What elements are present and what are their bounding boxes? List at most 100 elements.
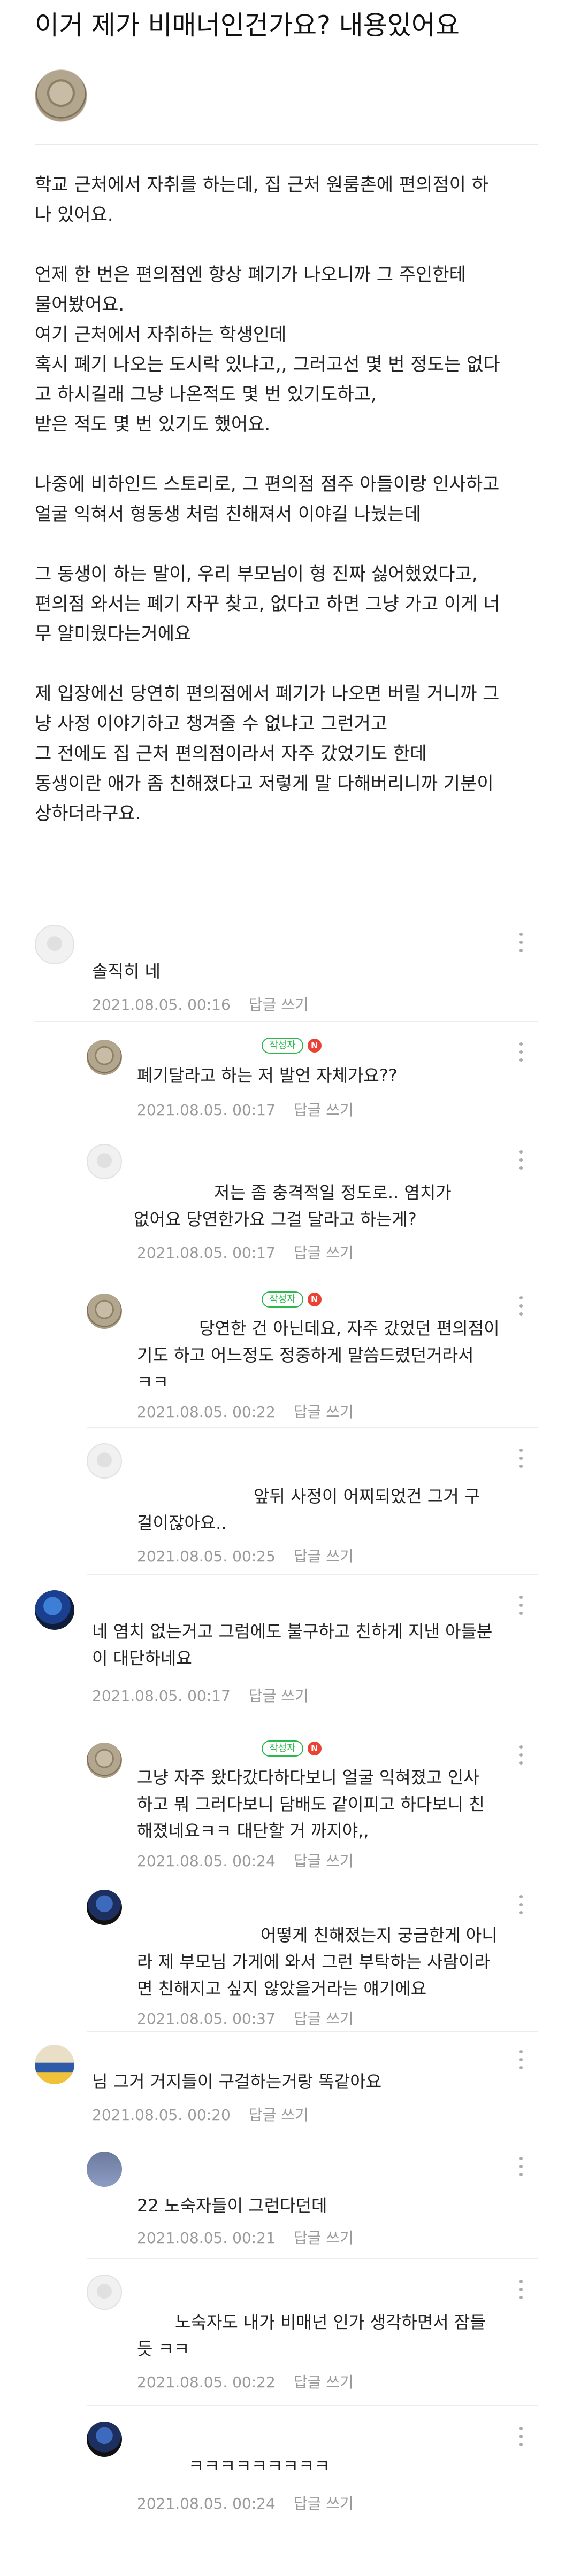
- comment-meta: 2021.08.05. 00:20 답글 쓰기: [92, 2103, 309, 2125]
- badges: 작성자 N: [262, 1740, 322, 1757]
- body-line: 여기 근처에서 자취하는 학생인데: [35, 324, 287, 345]
- author-avatar[interactable]: [35, 69, 87, 122]
- comment-text: 폐기달라고 하는 저 발언 자체가요??: [137, 1065, 398, 1086]
- default-avatar-icon[interactable]: [87, 1443, 122, 1479]
- body-line: 편의점 와서는 폐기 자꾸 찾고, 없다고 하면 그냥 가고 이게 너: [35, 593, 500, 615]
- avatar[interactable]: [87, 1890, 122, 1925]
- comment-date: 2021.08.05. 00:22: [137, 1403, 276, 1421]
- comment-meta: 2021.08.05. 00:16 답글 쓰기: [92, 993, 309, 1015]
- comment-meta: 2021.08.05. 00:22 답글 쓰기: [137, 2371, 354, 2392]
- comment-meta: 2021.08.05. 00:17 답글 쓰기: [137, 1099, 354, 1120]
- author-avatar[interactable]: [87, 1040, 122, 1075]
- more-icon[interactable]: [519, 1150, 523, 1171]
- reply-button[interactable]: 답글 쓰기: [249, 1687, 309, 1705]
- body-line: 고 하시길래 그냥 나온적도 몇 번 있기도하고,: [35, 384, 377, 405]
- comment-text: 22 노숙자들이 그런다던데: [137, 2195, 327, 2216]
- reply-button[interactable]: 답글 쓰기: [294, 1244, 354, 1262]
- comment-date: 2021.08.05. 00:37: [137, 2010, 276, 2028]
- comment-meta: 2021.08.05. 00:17 답글 쓰기: [137, 1241, 354, 1263]
- more-icon[interactable]: [519, 1449, 523, 1469]
- comment-date: 2021.08.05. 00:25: [137, 1548, 276, 1565]
- reply-button[interactable]: 답글 쓰기: [294, 2010, 354, 2028]
- body-line: 언제 한 번은 편의점엔 항상 폐기가 나오니까 그 주인한테: [35, 264, 466, 285]
- author-badge: 작성자: [262, 1038, 303, 1054]
- author-avatar[interactable]: [87, 1743, 122, 1778]
- default-avatar-icon[interactable]: [35, 925, 74, 964]
- comment-date: 2021.08.05. 00:20: [92, 2106, 231, 2124]
- body-line: 받은 적도 몇 번 있기도 했어요.: [35, 414, 271, 435]
- author-badge: 작성자: [262, 1740, 303, 1757]
- body-line: 그 전에도 집 근처 편의점이라서 자주 갔었기도 한데: [35, 743, 427, 764]
- body-line: 학교 근처에서 자취를 하는데, 집 근처 원룸촌에 편의점이 하: [35, 174, 488, 196]
- author-badge: 작성자: [262, 1291, 303, 1308]
- comment-meta: 2021.08.05. 00:24 답글 쓰기: [137, 2492, 354, 2513]
- new-badge: N: [307, 1293, 322, 1306]
- comment-date: 2021.08.05. 00:22: [137, 2373, 276, 2391]
- more-icon[interactable]: [519, 1895, 523, 1915]
- more-icon[interactable]: [519, 1596, 523, 1616]
- more-icon[interactable]: [519, 1042, 523, 1063]
- comment-date: 2021.08.05. 00:17: [137, 1101, 276, 1119]
- body-line: 나 있어요.: [35, 204, 113, 226]
- body-line: 그 동생이 하는 말이, 우리 부모님이 형 진짜 싫어했었다고,: [35, 563, 478, 585]
- reply-button[interactable]: 답글 쓰기: [294, 2495, 354, 2512]
- comment-text: 네 염치 없는거고 그럼에도 불구하고 친하게 지낸 아들분 이 대단하네요: [92, 1621, 493, 1668]
- more-icon[interactable]: [519, 1296, 523, 1317]
- avatar[interactable]: [35, 1590, 74, 1630]
- reply-button[interactable]: 답글 쓰기: [294, 1403, 354, 1421]
- avatar[interactable]: [87, 2152, 122, 2187]
- default-avatar-icon[interactable]: [87, 2275, 122, 2310]
- comment-meta: 2021.08.05. 00:25 답글 쓰기: [137, 1545, 354, 1566]
- comment-date: 2021.08.05. 00:24: [137, 2495, 276, 2512]
- body-line: 혹시 폐기 나오는 도시락 있냐고,, 그러고선 몇 번 정도는 없다: [35, 354, 500, 375]
- default-avatar-icon[interactable]: [87, 1144, 122, 1179]
- badges: 작성자 N: [262, 1291, 322, 1308]
- body-line: 제 입장에선 당연히 편의점에서 폐기가 나오면 버릴 거니까 그: [35, 683, 500, 705]
- reply-button[interactable]: 답글 쓰기: [249, 2106, 309, 2124]
- more-icon[interactable]: [519, 2050, 523, 2070]
- comment-meta: 2021.08.05. 00:37 답글 쓰기: [137, 2007, 354, 2029]
- comment-text: 님 그거 거지들이 구걸하는거랑 똑같아요: [92, 2071, 382, 2092]
- more-icon[interactable]: [519, 2427, 523, 2447]
- comment-text: 노숙자도 내가 비매넌 인가 생각하면서 잠들 듯 ㅋㅋ: [137, 2312, 486, 2359]
- post-body: 학교 근처에서 자취를 하는데, 집 근처 원룸촌에 편의점이 하 나 있어요.…: [35, 170, 543, 829]
- body-line: 상하더라구요.: [35, 803, 141, 824]
- body-line: 나중에 비하인드 스토리로, 그 편의점 점주 아들이랑 인사하고: [35, 474, 500, 495]
- reply-button[interactable]: 답글 쓰기: [294, 2229, 354, 2247]
- reply-button[interactable]: 답글 쓰기: [294, 1101, 354, 1119]
- more-icon[interactable]: [519, 933, 523, 953]
- comment-text: 당연한 건 아닌데요, 자주 갔었던 편의점이 기도 하고 어느정도 정중하게 …: [137, 1318, 500, 1392]
- more-icon[interactable]: [519, 2280, 523, 2300]
- comment-date: 2021.08.05. 00:24: [137, 1852, 276, 1870]
- reply-button[interactable]: 답글 쓰기: [294, 1548, 354, 1565]
- reply-button[interactable]: 답글 쓰기: [294, 2373, 354, 2391]
- comment-date: 2021.08.05. 00:17: [92, 1687, 231, 1705]
- comment-text: 그냥 자주 왔다갔다하다보니 얼굴 익혀졌고 인사 하고 뭐 그러다보니 담배도…: [137, 1767, 485, 1841]
- reply-button[interactable]: 답글 쓰기: [294, 1852, 354, 1870]
- body-line: 물어봤어요.: [35, 294, 125, 315]
- more-icon[interactable]: [519, 2157, 523, 2177]
- comment-text: 어떻게 친해졌는지 궁금한게 아니 라 제 부모님 가게에 와서 그런 부탁하는…: [137, 1925, 498, 1999]
- avatar[interactable]: [87, 2422, 122, 2457]
- comment-date: 2021.08.05. 00:16: [92, 996, 231, 1014]
- new-badge: N: [307, 1742, 322, 1755]
- comment-date: 2021.08.05. 00:17: [137, 1244, 276, 1262]
- new-badge: N: [307, 1039, 322, 1053]
- comment-text: 저는 좀 충격적일 정도로.. 염치가 없어요 당연한가요 그걸 달라고 하는게…: [134, 1182, 452, 1229]
- post-title: 이거 제가 비매너인건가요? 내용있어요: [35, 10, 460, 41]
- comment-meta: 2021.08.05. 00:21 답글 쓰기: [137, 2226, 354, 2248]
- body-line: 무 얄미웠다는거에요: [35, 623, 192, 645]
- comment-text: 솔직히 네: [92, 961, 161, 981]
- comment-text: 앞뒤 사정이 어찌되었건 그거 구 걸이잖아요..: [137, 1486, 480, 1533]
- comment-text: ㅋㅋㅋㅋㅋㅋㅋㅋㅋ: [188, 2456, 330, 2476]
- comment-date: 2021.08.05. 00:21: [137, 2229, 276, 2247]
- more-icon[interactable]: [519, 1745, 523, 1766]
- header-divider: [35, 144, 538, 145]
- reply-button[interactable]: 답글 쓰기: [249, 996, 309, 1014]
- comment-meta: 2021.08.05. 00:17 답글 쓰기: [92, 1684, 309, 1706]
- avatar[interactable]: [35, 2045, 74, 2084]
- comment-meta: 2021.08.05. 00:22 답글 쓰기: [137, 1401, 354, 1422]
- body-line: 냥 사정 이야기하고 챙겨줄 수 없냐고 그런거고: [35, 713, 388, 734]
- body-line: 동생이란 애가 좀 친해졌다고 저렇게 말 다해버리니까 기분이: [35, 773, 494, 794]
- author-avatar[interactable]: [87, 1294, 122, 1329]
